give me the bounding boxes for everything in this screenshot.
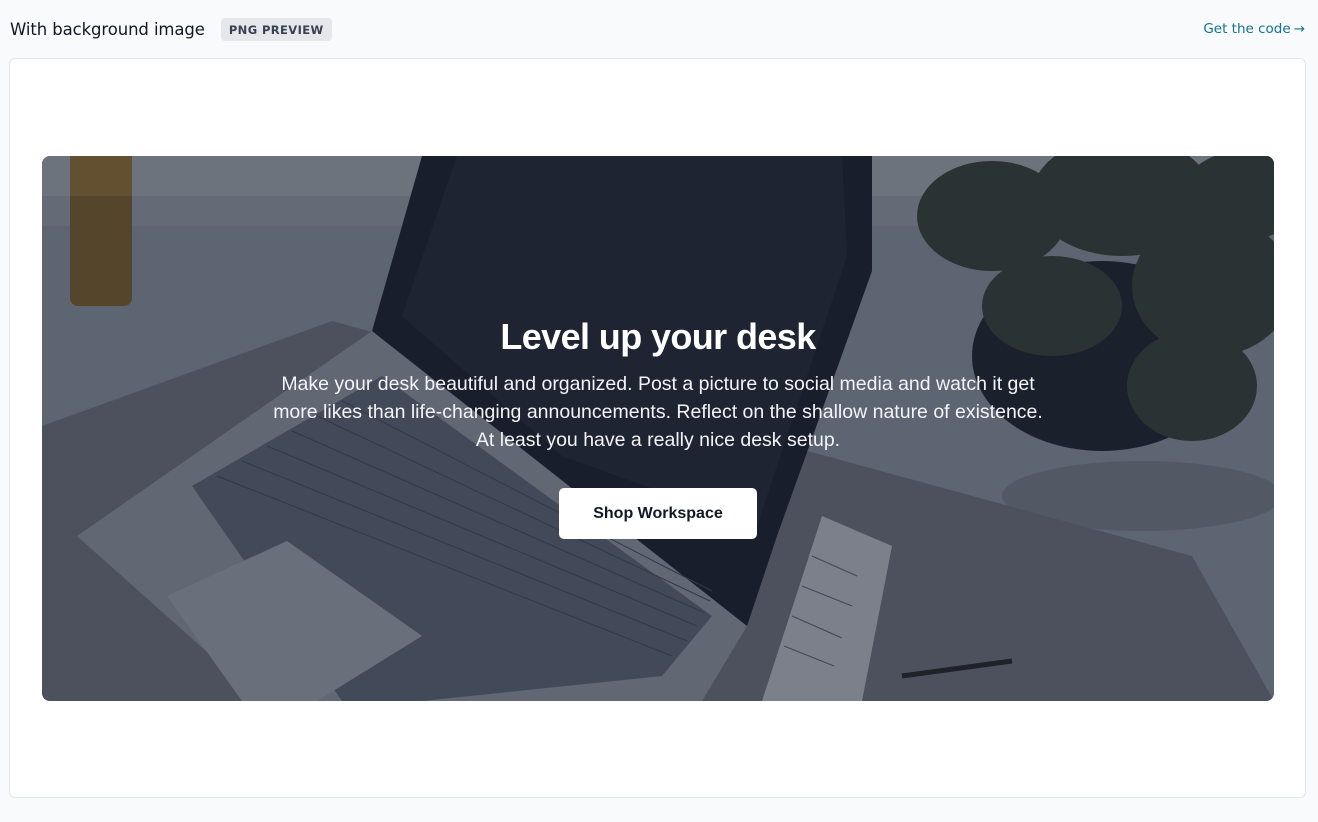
- arrow-right-icon: →: [1293, 21, 1305, 37]
- preview-header-left: With background image PNG PREVIEW: [10, 17, 332, 41]
- hero-content: Level up your desk Make your desk beauti…: [42, 316, 1274, 539]
- hero-banner: Level up your desk Make your desk beauti…: [42, 156, 1274, 701]
- preview-frame: Level up your desk Make your desk beauti…: [9, 58, 1306, 798]
- hero-description: Make your desk beautiful and organized. …: [273, 373, 1043, 451]
- preview-header: With background image PNG PREVIEW Get th…: [10, 12, 1305, 46]
- section-title: With background image: [10, 19, 205, 39]
- hero-title: Level up your desk: [500, 316, 816, 357]
- get-the-code-label: Get the code: [1203, 21, 1291, 37]
- shop-workspace-button[interactable]: Shop Workspace: [559, 488, 757, 539]
- get-the-code-link[interactable]: Get the code →: [1203, 21, 1305, 37]
- png-preview-badge: PNG PREVIEW: [220, 17, 332, 41]
